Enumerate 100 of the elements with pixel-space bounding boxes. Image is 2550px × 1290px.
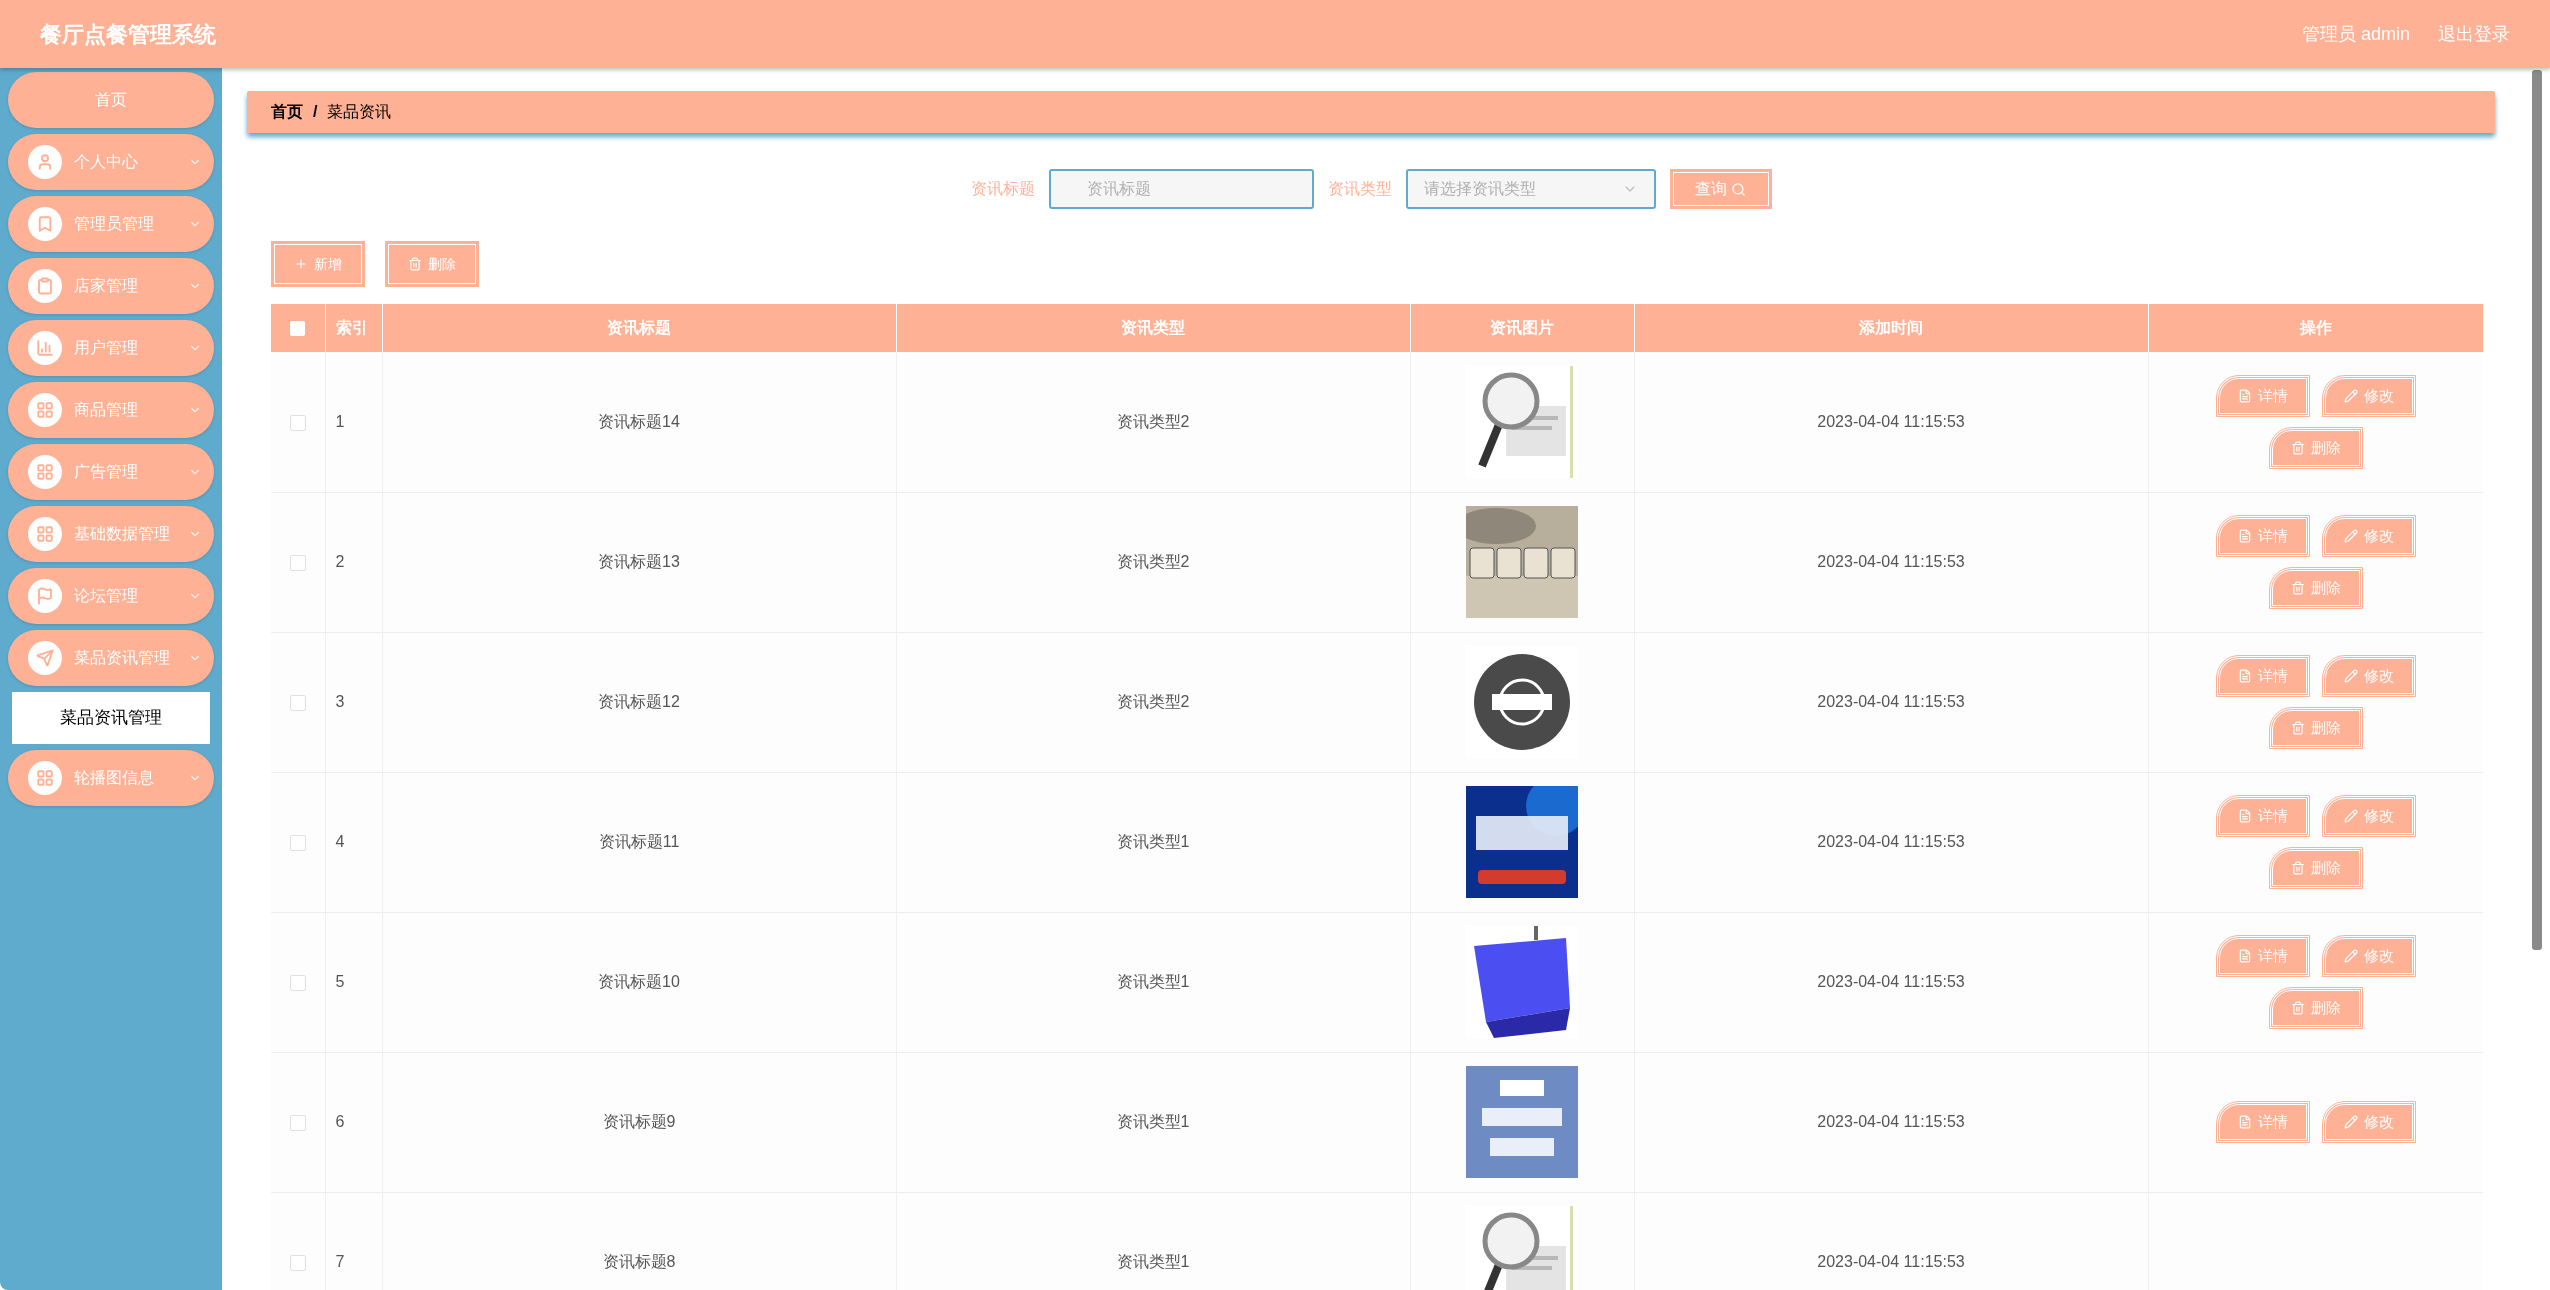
document-icon — [2237, 809, 2252, 823]
pencil-icon — [2343, 1115, 2358, 1129]
index-text: 1 — [335, 412, 345, 430]
add-button[interactable]: 新增 — [271, 241, 365, 287]
title-text: 资讯标题13 — [598, 553, 680, 570]
row-checkbox[interactable] — [289, 414, 306, 431]
edit-button[interactable]: 修改 — [2322, 516, 2415, 556]
sidebar-item[interactable]: 菜品资讯管理 — [8, 630, 214, 686]
document-icon — [2237, 669, 2252, 683]
sidebar-item[interactable]: 基础数据管理 — [8, 506, 214, 562]
document-icon — [2237, 1115, 2252, 1129]
details-button[interactable]: 详情 — [2216, 796, 2309, 836]
row-checkbox[interactable] — [289, 694, 306, 711]
delete-button[interactable]: 删除 — [2269, 427, 2362, 468]
title-text: 资讯标题12 — [598, 693, 680, 710]
row-checkbox[interactable] — [289, 834, 306, 851]
time-text: 2023-04-04 11:15:53 — [1817, 973, 1965, 990]
index-text: 7 — [335, 1253, 345, 1270]
title-text: 资讯标题14 — [598, 412, 680, 430]
time-text: 2023-04-04 11:15:53 — [1817, 833, 1965, 850]
edit-button[interactable]: 修改 — [2322, 796, 2415, 836]
edit-button[interactable]: 修改 — [2322, 656, 2415, 696]
row-checkbox[interactable] — [289, 1254, 306, 1271]
details-button[interactable]: 详情 — [2216, 1102, 2309, 1142]
delete-button[interactable]: 删除 — [2269, 568, 2362, 608]
document-icon — [2237, 388, 2252, 403]
row-checkbox[interactable] — [289, 974, 306, 991]
breadcrumb-item[interactable]: 首页 — [271, 100, 303, 124]
delete-button[interactable]: 删除 — [2269, 708, 2362, 748]
type-text: 资讯类型1 — [1116, 1253, 1190, 1270]
grid-icon — [28, 517, 62, 551]
type-select[interactable]: 请选择资讯类型 — [1405, 169, 1656, 209]
sidebar-item[interactable]: 店家管理 — [8, 258, 214, 314]
index-text: 6 — [335, 1113, 345, 1130]
column-header: 添加时间 — [1634, 304, 2148, 352]
column-header: 资讯类型 — [896, 304, 1410, 352]
row-checkbox[interactable] — [289, 1114, 306, 1131]
row-checkbox[interactable] — [289, 554, 306, 571]
sidebar-item[interactable]: 轮播图信息 — [8, 750, 214, 806]
scrollbar-thumb[interactable] — [2532, 70, 2542, 950]
logout-link[interactable]: 退出登录 — [2438, 20, 2510, 48]
time-text: 2023-04-04 11:15:53 — [1817, 1253, 1965, 1270]
breadcrumb-item: 菜品资讯 — [327, 102, 392, 122]
sidebar-item[interactable]: 广告管理 — [8, 444, 214, 500]
search-button[interactable]: 查询 — [1669, 169, 1772, 209]
sidebar-item[interactable]: 用户管理 — [8, 320, 214, 376]
grid-icon — [28, 761, 62, 795]
document-icon — [2237, 529, 2252, 543]
delete-button[interactable]: 删除 — [385, 241, 479, 287]
column-header: 操作 — [2148, 304, 2483, 352]
field-label: 资讯类型 — [1327, 179, 1392, 199]
title-text: 资讯标题9 — [602, 1113, 676, 1130]
details-button[interactable]: 详情 — [2216, 656, 2309, 696]
index-text: 5 — [335, 973, 345, 990]
edit-button[interactable]: 修改 — [2322, 936, 2415, 976]
details-button[interactable]: 详情 — [2216, 516, 2309, 556]
document-icon — [2237, 949, 2252, 963]
pencil-icon — [2343, 388, 2358, 403]
app-title: 餐厅点餐管理系统 — [40, 20, 216, 49]
time-text: 2023-04-04 11:15:53 — [1817, 693, 1965, 710]
pencil-icon — [2343, 809, 2358, 823]
paper-plane-icon — [28, 641, 62, 675]
bookmark-icon — [28, 207, 62, 241]
trash-icon — [2290, 1001, 2305, 1015]
sidebar-item[interactable]: 商品管理 — [8, 382, 214, 438]
trash-icon — [408, 257, 422, 271]
edit-button[interactable]: 修改 — [2322, 375, 2415, 416]
index-text: 4 — [335, 833, 345, 850]
flag-icon — [28, 579, 62, 613]
breadcrumb-separator: / — [313, 102, 318, 122]
sidebar-item[interactable]: 管理员管理 — [8, 196, 214, 252]
pencil-icon — [2343, 669, 2358, 683]
time-text: 2023-04-04 11:15:53 — [1817, 553, 1965, 570]
column-header: 资讯标题 — [382, 304, 896, 352]
edit-button[interactable]: 修改 — [2322, 1102, 2415, 1142]
delete-button[interactable]: 删除 — [2269, 988, 2362, 1028]
clipboard-icon — [28, 269, 62, 303]
type-text: 资讯类型1 — [1116, 833, 1190, 850]
search-icon — [1731, 181, 1746, 197]
index-text: 3 — [335, 693, 345, 710]
type-text: 资讯类型1 — [1116, 973, 1190, 990]
sidebar-item[interactable]: 论坛管理 — [8, 568, 214, 624]
title-search-field[interactable]: 资讯标题 — [1048, 169, 1314, 209]
index-text: 2 — [335, 553, 345, 570]
trash-icon — [2290, 440, 2305, 455]
sidebar-item[interactable]: 首页 — [8, 72, 214, 128]
details-button[interactable]: 详情 — [2216, 936, 2309, 976]
column-header: 索引 — [325, 304, 382, 352]
details-button[interactable]: 详情 — [2216, 375, 2309, 416]
delete-button[interactable]: 删除 — [2269, 848, 2362, 888]
title-text: 资讯标题11 — [598, 833, 680, 850]
select-all-checkbox[interactable] — [290, 321, 306, 337]
title-text: 资讯标题8 — [602, 1253, 676, 1270]
pencil-icon — [2343, 529, 2358, 543]
sidebar-item[interactable]: 个人中心 — [8, 134, 214, 190]
time-text: 2023-04-04 11:15:53 — [1817, 1113, 1965, 1130]
title-text: 资讯标题10 — [598, 973, 680, 990]
trash-icon — [2290, 721, 2305, 735]
field-label: 资讯标题 — [970, 179, 1035, 199]
submenu-item[interactable]: 菜品资讯管理 — [12, 692, 210, 744]
